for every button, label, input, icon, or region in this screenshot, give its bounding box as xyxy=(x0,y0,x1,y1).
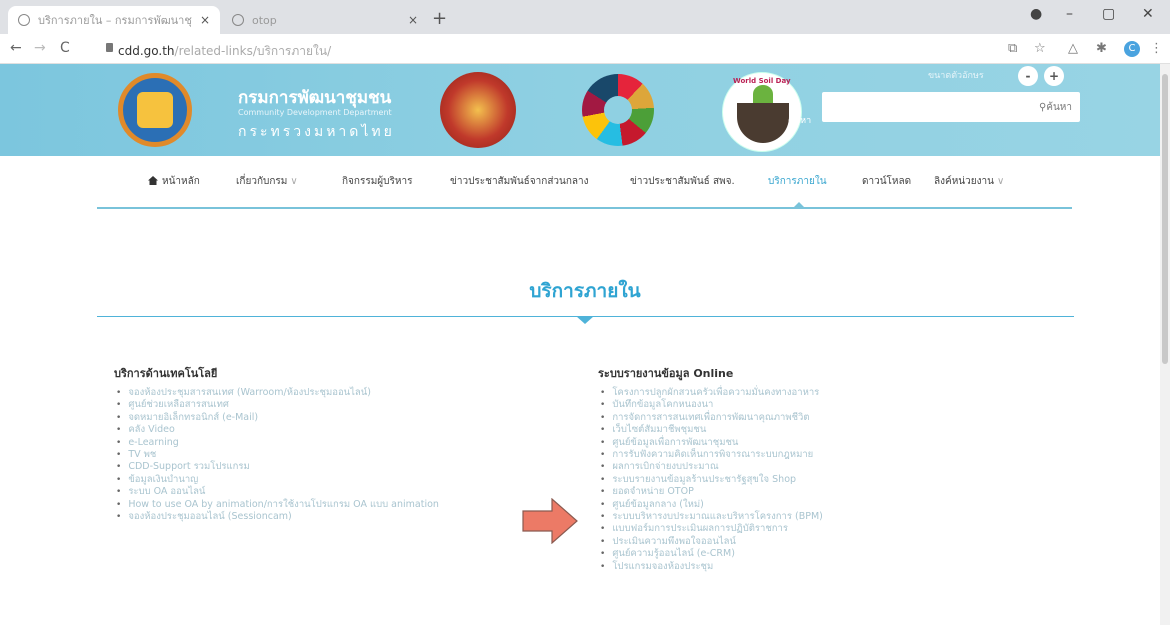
browser-tab-bar: บริการภายใน – กรมการพัฒนาชุมชน × otop × … xyxy=(0,0,1170,34)
nav-item-home[interactable]: หน้าหลัก xyxy=(148,174,200,189)
site-title: กรมการพัฒนาชุมชน xyxy=(238,88,392,108)
online-reporting-list: โครงการปลูกผักสวนครัวเพื่อความมั่นคงทางอ… xyxy=(600,387,823,573)
online-report-link[interactable]: การจัดการสารสนเทศเพื่อการพัฒนาคุณภาพชีวิ… xyxy=(600,412,823,424)
nav-item-label: ลิงค์หน่วยงาน xyxy=(934,176,994,187)
online-report-link[interactable]: ประเมินความพึงพอใจออนไลน์ xyxy=(600,536,823,548)
globe-icon xyxy=(18,14,30,26)
online-report-link[interactable]: บันทึกข้อมูลโคกหนองนา xyxy=(600,399,823,411)
font-decrease-button[interactable]: - xyxy=(1018,66,1038,86)
online-report-link[interactable]: ศูนย์ข้อมูลเพื่อการพัฒนาชุมชน xyxy=(600,437,823,449)
page-scrollbar[interactable] xyxy=(1160,64,1170,625)
tech-service-link[interactable]: CDD-Support รวมโปรแกรม xyxy=(116,461,439,473)
nav-item-province-news[interactable]: ข่าวประชาสัมพันธ์ สพจ. xyxy=(630,174,735,189)
chevron-down-icon: ∨ xyxy=(290,176,298,187)
forward-arrow-icon[interactable]: → xyxy=(34,40,46,56)
font-increase-button[interactable]: + xyxy=(1044,66,1064,86)
cdd-emblem-icon xyxy=(137,92,173,128)
sdg-wheel-logo xyxy=(582,74,654,146)
earth-icon xyxy=(737,103,789,143)
active-nav-indicator xyxy=(794,202,804,207)
online-report-link[interactable]: ผลการเบิกจ่ายงบประมาณ xyxy=(600,461,823,473)
tech-service-link[interactable]: จองห้องประชุมออนไลน์ (Sessioncam) xyxy=(116,511,439,523)
tech-service-link[interactable]: TV พช xyxy=(116,449,439,461)
tech-service-link[interactable]: e-Learning xyxy=(116,437,439,449)
globe-icon xyxy=(232,14,244,26)
tech-service-link[interactable]: How to use OA by animation/การใช้งานโปรแ… xyxy=(116,499,439,511)
search-button-label: ค้นหา xyxy=(1046,102,1072,113)
online-reporting-heading: ระบบรายงานข้อมูล Online xyxy=(598,367,734,380)
online-report-link[interactable]: เว็บไซต์สัมมาชีพชุมชน xyxy=(600,424,823,436)
browser-menu-icon[interactable]: ⋮ xyxy=(1150,41,1163,56)
back-arrow-icon[interactable]: ← xyxy=(10,40,22,56)
search-input[interactable]: ⚲ค้นหา xyxy=(822,92,1080,122)
search-button[interactable]: ⚲ค้นหา xyxy=(1039,100,1072,115)
star-icon[interactable]: ☆ xyxy=(1034,41,1046,56)
tech-service-link[interactable]: จดหมายอิเล็กทรอนิกส์ (e-Mail) xyxy=(116,412,439,424)
url-field[interactable]: cdd.go.th/related-links/บริการภายใน/ xyxy=(118,42,331,61)
sprout-icon xyxy=(753,85,773,103)
home-icon xyxy=(148,176,158,185)
nav-item-label: เกี่ยวกับกรม xyxy=(236,176,288,187)
tab-title: บริการภายใน – กรมการพัฒนาชุมชน xyxy=(38,14,192,27)
tab-close-icon[interactable]: × xyxy=(200,13,210,27)
tech-service-link[interactable]: ศูนย์ช่วยเหลือสารสนเทศ xyxy=(116,399,439,411)
font-size-label: ขนาดตัวอักษร xyxy=(928,71,984,81)
online-report-link[interactable]: ศูนย์ความรู้ออนไลน์ (e-CRM) xyxy=(600,548,823,560)
nav-item-internal-services[interactable]: บริการภายใน xyxy=(768,174,827,189)
online-report-link[interactable]: ระบบบริหารงบประมาณและบริหารโครงการ (BPM) xyxy=(600,511,823,523)
online-report-link[interactable]: ศูนย์ข้อมูลกลาง (ใหม่) xyxy=(600,499,823,511)
tab-title: otop xyxy=(252,13,277,27)
online-report-link[interactable]: โครงการปลูกผักสวนครัวเพื่อความมั่นคงทางอ… xyxy=(600,387,823,399)
nav-item-about[interactable]: เกี่ยวกับกรม ∨ xyxy=(236,174,298,189)
royal-seal-logo xyxy=(440,72,516,148)
scrollbar-thumb[interactable] xyxy=(1162,74,1168,364)
tech-services-heading: บริการด้านเทคโนโลยี xyxy=(114,367,218,380)
online-report-link[interactable]: ยอดจำหน่าย OTOP xyxy=(600,486,823,498)
chevron-down-icon: ∨ xyxy=(996,176,1005,187)
title-divider-notch xyxy=(576,316,594,324)
address-bar-row: ← → C cdd.go.th/related-links/บริการภายใ… xyxy=(0,34,1170,64)
restore-button[interactable]: ▢ xyxy=(1102,6,1115,22)
url-host: cdd.go.th xyxy=(118,44,175,58)
url-path: /related-links/บริการภายใน/ xyxy=(174,44,332,58)
online-report-link[interactable]: ระบบรายงานข้อมูลร้านประชารัฐสุขใจ Shop xyxy=(600,474,823,486)
profile-avatar[interactable]: C xyxy=(1124,41,1140,57)
lock-icon[interactable] xyxy=(106,43,113,52)
online-report-link[interactable]: การรับฟังความคิดเห็นการพิจารณาระบบกฎหมาย xyxy=(600,449,823,461)
minimize-button[interactable]: – xyxy=(1066,6,1073,22)
wsd-label: World Soil Day xyxy=(733,77,791,85)
browser-tab[interactable]: otop × xyxy=(222,6,428,34)
online-report-link[interactable]: โปรแกรมจองห้องประชุม xyxy=(600,561,823,573)
tech-service-link[interactable]: ระบบ OA ออนไลน์ xyxy=(116,486,439,498)
tech-service-link[interactable]: จองห้องประชุมสารสนเทศ (Warroom/ห้องประชุ… xyxy=(116,387,439,399)
site-subtitle-ministry: กระทรวงมหาดไทย xyxy=(238,124,395,140)
drive-icon[interactable]: △ xyxy=(1068,41,1078,56)
nav-item-label: หน้าหลัก xyxy=(162,176,200,187)
tab-close-icon[interactable]: × xyxy=(408,13,418,27)
translate-icon[interactable]: ⧉ xyxy=(1008,41,1017,56)
main-navigation: หน้าหลัก เกี่ยวกับกรม ∨ กิจกรรมผู้บริหาร … xyxy=(0,156,1170,209)
close-window-button[interactable]: ✕ xyxy=(1142,6,1154,22)
tech-service-link[interactable]: ข้อมูลเงินบำนาญ xyxy=(116,474,439,486)
page-title: บริการภายใน xyxy=(529,280,641,302)
world-soil-day-logo: World Soil Day xyxy=(722,72,802,152)
nav-item-executive-activities[interactable]: กิจกรรมผู้บริหาร xyxy=(342,174,412,189)
nav-item-central-news[interactable]: ข่าวประชาสัมพันธ์จากส่วนกลาง xyxy=(450,174,589,189)
pointer-arrow-icon xyxy=(522,498,578,544)
site-banner: กรมการพัฒนาชุมชน Community Development D… xyxy=(0,64,1170,156)
reload-icon[interactable]: C xyxy=(60,40,70,56)
new-tab-button[interactable]: + xyxy=(432,8,447,29)
online-report-link[interactable]: แบบฟอร์มการประเมินผลการปฏิบัติราชการ xyxy=(600,523,823,535)
cdd-logo[interactable] xyxy=(118,73,192,147)
site-subtitle-en: Community Development Department xyxy=(238,108,392,117)
nav-item-agency-links[interactable]: ลิงค์หน่วยงาน ∨ xyxy=(934,174,1004,189)
search-label: ค้นหา xyxy=(788,116,812,126)
tech-service-link[interactable]: คลัง Video xyxy=(116,424,439,436)
browser-tab-active[interactable]: บริการภายใน – กรมการพัฒนาชุมชน × xyxy=(8,6,220,34)
account-circle-icon[interactable]: ● xyxy=(1030,6,1042,22)
nav-item-downloads[interactable]: ดาวน์โหลด xyxy=(862,174,911,189)
tech-services-list: จองห้องประชุมสารสนเทศ (Warroom/ห้องประชุ… xyxy=(116,387,439,523)
extensions-puzzle-icon[interactable]: ✱ xyxy=(1096,41,1107,56)
